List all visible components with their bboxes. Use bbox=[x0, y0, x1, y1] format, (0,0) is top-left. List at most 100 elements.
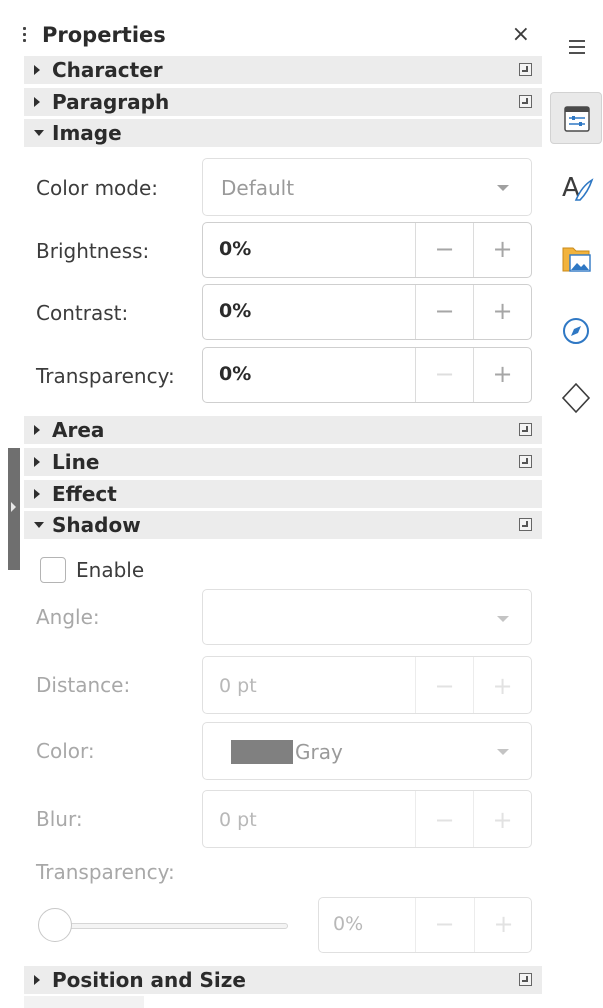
tab-navigator[interactable] bbox=[550, 305, 602, 357]
shadow-transparency-spinbox[interactable]: 0% − + bbox=[318, 897, 532, 953]
color-mode-dropdown[interactable]: Default bbox=[202, 158, 532, 216]
transparency-slider-track[interactable] bbox=[56, 923, 288, 929]
section-label: Effect bbox=[52, 482, 117, 506]
section-area[interactable]: Area bbox=[24, 416, 542, 444]
angle-label: Angle: bbox=[36, 605, 100, 629]
brightness-spinbox[interactable]: 0% − + bbox=[202, 222, 532, 278]
minus-icon: − bbox=[434, 235, 455, 263]
plus-icon: + bbox=[492, 672, 513, 700]
collapse-arrow-icon bbox=[34, 522, 44, 528]
plus-icon: + bbox=[493, 910, 514, 938]
section-position-size[interactable]: Position and Size bbox=[24, 966, 542, 994]
increase-button[interactable]: + bbox=[473, 657, 531, 713]
decrease-button[interactable]: − bbox=[415, 898, 473, 952]
minus-icon: − bbox=[434, 806, 455, 834]
panel-title: Properties bbox=[42, 23, 166, 47]
shadow-transparency-label: Transparency: bbox=[36, 860, 175, 884]
section-label: Line bbox=[52, 450, 100, 474]
section-character[interactable]: Character bbox=[24, 56, 542, 84]
distance-spinbox[interactable]: 0 pt − + bbox=[202, 656, 532, 714]
distance-label: Distance: bbox=[36, 673, 131, 697]
plus-icon: + bbox=[492, 806, 513, 834]
decrease-button[interactable]: − bbox=[415, 791, 473, 847]
increase-button[interactable]: + bbox=[474, 898, 532, 952]
section-label: Character bbox=[52, 58, 163, 82]
section-line[interactable]: Line bbox=[24, 448, 542, 476]
expand-arrow-icon bbox=[34, 65, 40, 75]
transparency-label: Transparency: bbox=[36, 364, 175, 388]
transparency-value[interactable]: 0% bbox=[219, 348, 251, 400]
styles-icon: A bbox=[562, 173, 594, 203]
shapes-icon bbox=[561, 382, 591, 414]
transparency-slider-knob[interactable] bbox=[38, 908, 72, 942]
sidebar-tabbar: A bbox=[548, 0, 603, 1008]
blur-spinbox[interactable]: 0 pt − + bbox=[202, 790, 532, 848]
decrease-button[interactable]: − bbox=[415, 657, 473, 713]
section-label: Area bbox=[52, 418, 105, 442]
panel-titlebar: Properties × bbox=[22, 22, 542, 50]
section-shadow[interactable]: Shadow bbox=[24, 511, 542, 539]
increase-button[interactable]: + bbox=[473, 348, 531, 402]
contrast-spinbox[interactable]: 0% − + bbox=[202, 284, 532, 340]
properties-panel: Properties × Character Paragraph Image C… bbox=[0, 0, 548, 1008]
color-swatch bbox=[231, 740, 293, 764]
collapse-arrow-icon bbox=[34, 130, 44, 136]
transparency-spinbox[interactable]: 0% − + bbox=[202, 347, 532, 403]
brightness-value[interactable]: 0% bbox=[219, 223, 251, 275]
increase-button[interactable]: + bbox=[473, 285, 531, 339]
more-options-icon[interactable] bbox=[519, 455, 532, 468]
tab-shapes[interactable] bbox=[550, 372, 602, 424]
minus-icon: − bbox=[434, 672, 455, 700]
plus-icon: + bbox=[492, 360, 513, 388]
section-label: Image bbox=[52, 121, 122, 145]
close-button[interactable]: × bbox=[512, 22, 530, 48]
next-section-partial bbox=[24, 996, 144, 1008]
section-paragraph[interactable]: Paragraph bbox=[24, 88, 542, 116]
expand-arrow-icon bbox=[34, 975, 40, 985]
angle-dropdown[interactable] bbox=[202, 589, 532, 645]
properties-icon bbox=[564, 106, 590, 132]
blur-value[interactable]: 0 pt bbox=[219, 791, 257, 849]
expand-arrow-icon bbox=[34, 457, 40, 467]
section-label: Shadow bbox=[52, 513, 141, 537]
shadow-transparency-value[interactable]: 0% bbox=[333, 898, 363, 950]
distance-value[interactable]: 0 pt bbox=[219, 657, 257, 715]
decrease-button[interactable]: − bbox=[415, 348, 473, 402]
color-label: Color: bbox=[36, 739, 95, 763]
contrast-value[interactable]: 0% bbox=[219, 285, 251, 337]
shadow-color-dropdown[interactable]: Gray bbox=[202, 722, 532, 780]
gallery-icon bbox=[562, 247, 591, 272]
more-options-icon[interactable] bbox=[519, 423, 532, 436]
more-options-icon[interactable] bbox=[519, 95, 532, 108]
tab-gallery[interactable] bbox=[550, 232, 602, 284]
shadow-enable-checkbox[interactable] bbox=[40, 557, 66, 583]
plus-icon: + bbox=[492, 235, 513, 263]
increase-button[interactable]: + bbox=[473, 791, 531, 847]
shadow-color-value: Gray bbox=[295, 740, 343, 764]
color-mode-value: Default bbox=[221, 176, 295, 200]
drag-handle-icon[interactable] bbox=[22, 24, 28, 46]
minus-icon: − bbox=[434, 910, 455, 938]
menu-icon[interactable] bbox=[569, 40, 585, 58]
more-options-icon[interactable] bbox=[519, 973, 532, 986]
brightness-label: Brightness: bbox=[36, 239, 150, 263]
minus-icon: − bbox=[434, 360, 455, 388]
more-options-icon[interactable] bbox=[519, 63, 532, 76]
plus-icon: + bbox=[492, 297, 513, 325]
tab-styles[interactable]: A bbox=[550, 162, 602, 214]
minus-icon: − bbox=[434, 297, 455, 325]
contrast-label: Contrast: bbox=[36, 301, 129, 325]
decrease-button[interactable]: − bbox=[415, 285, 473, 339]
expand-arrow-icon bbox=[34, 489, 40, 499]
decrease-button[interactable]: − bbox=[415, 223, 473, 277]
blur-label: Blur: bbox=[36, 807, 83, 831]
section-image[interactable]: Image bbox=[24, 119, 542, 147]
expand-arrow-icon bbox=[34, 97, 40, 107]
collapse-handle[interactable] bbox=[8, 448, 20, 570]
increase-button[interactable]: + bbox=[473, 223, 531, 277]
more-options-icon[interactable] bbox=[519, 518, 532, 531]
expand-arrow-icon bbox=[34, 425, 40, 435]
chevron-down-icon bbox=[497, 185, 509, 191]
tab-properties[interactable] bbox=[550, 92, 602, 144]
section-effect[interactable]: Effect bbox=[24, 480, 542, 508]
